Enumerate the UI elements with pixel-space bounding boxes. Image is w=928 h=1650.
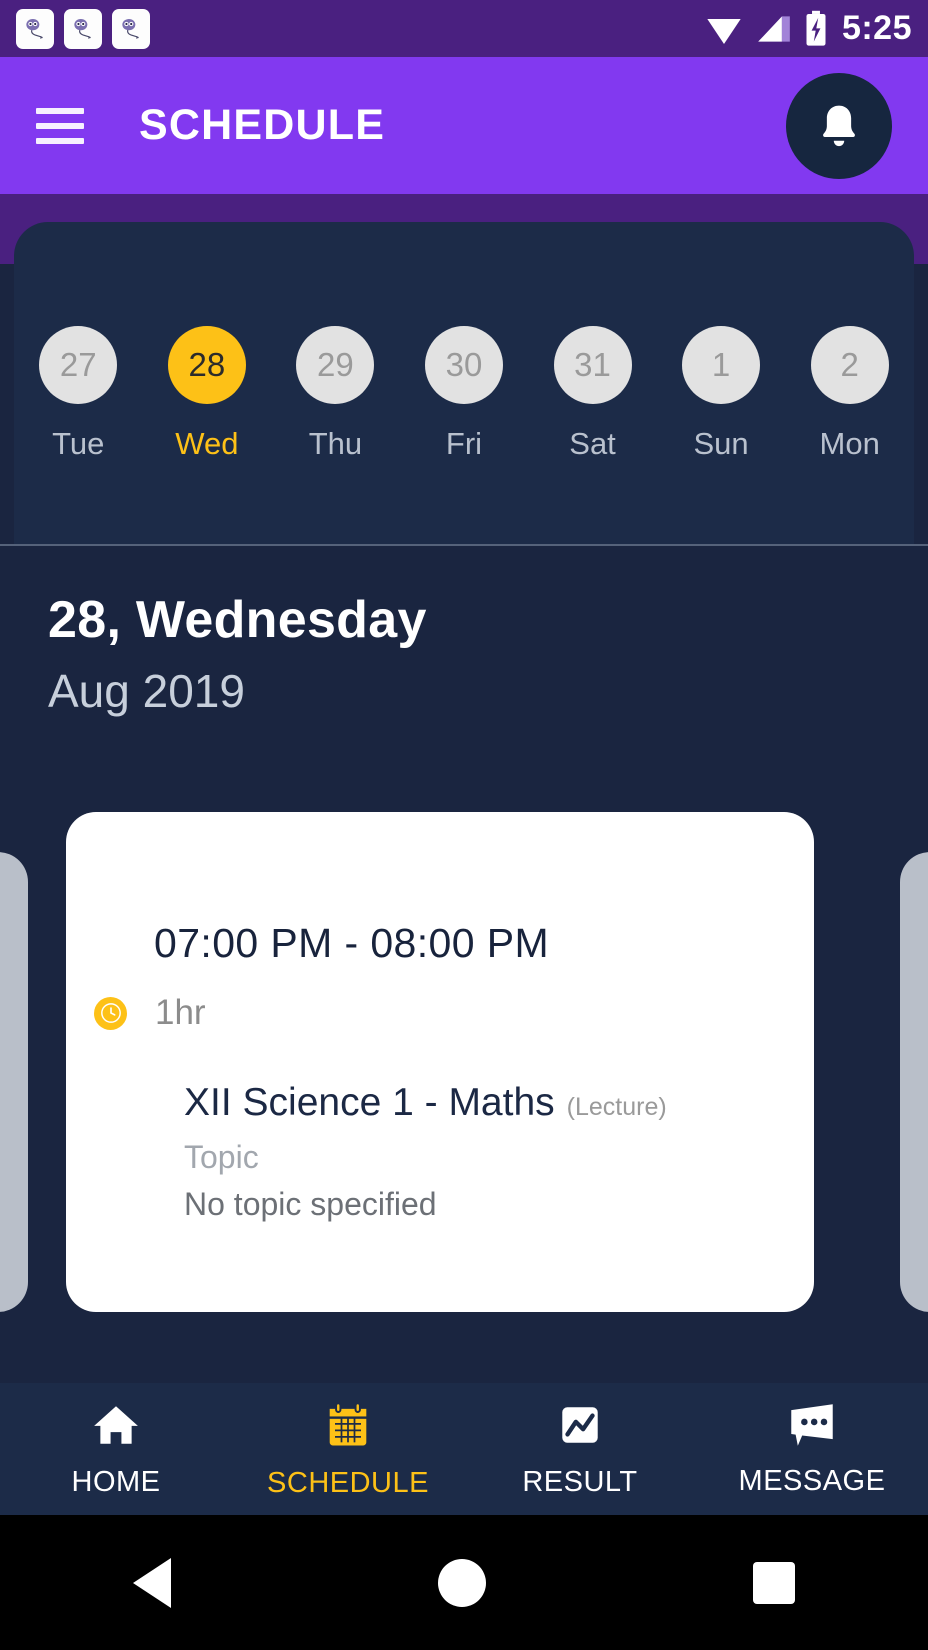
message-bubble-icon [791, 1403, 833, 1446]
calendar-day-number: 2 [810, 326, 889, 404]
status-notification-icons [16, 8, 150, 49]
calendar-day-number: 1 [682, 326, 761, 404]
battery-charging-icon [806, 10, 826, 46]
selected-date-month-year: Aug 2019 [48, 665, 245, 717]
calendar-day-number: 27 [39, 326, 118, 404]
hamburger-menu-icon[interactable] [36, 107, 84, 144]
nav-label-message: MESSAGE [738, 1464, 886, 1497]
back-triangle-icon[interactable] [133, 1557, 172, 1608]
ghost-icon [74, 18, 91, 39]
calendar-day-weekday: Wed [175, 426, 239, 461]
calendar-day-weekday: Fri [445, 426, 483, 461]
calendar-icon [327, 1401, 369, 1448]
app-bar: SCHEDULE [0, 57, 928, 194]
calendar-day-number: 31 [553, 326, 632, 404]
calendar-divider [0, 544, 928, 546]
page-title: SCHEDULE [139, 101, 386, 149]
schedule-duration: 1hr [155, 993, 206, 1032]
app-notification-icon [112, 8, 150, 49]
clock-icon [94, 996, 127, 1030]
calendar-day-item[interactable]: 2 Mon [795, 326, 905, 462]
calendar-day-number: 29 [296, 326, 375, 404]
clock-glyph [100, 1003, 121, 1023]
nav-item-message[interactable]: MESSAGE [696, 1401, 928, 1498]
nav-item-result[interactable]: RESULT [464, 1400, 696, 1499]
cellular-signal-icon [758, 15, 790, 42]
schedule-time-range: 07:00 PM - 08:00 PM [154, 920, 550, 966]
calendar-day-item-selected[interactable]: 28 Wed [152, 326, 262, 462]
nav-label-schedule: SCHEDULE [267, 1466, 429, 1499]
nav-item-home[interactable]: HOME [0, 1400, 232, 1499]
app-notification-icon [64, 8, 102, 49]
ghost-icon [122, 18, 139, 39]
calendar-day-item[interactable]: 31 Sat [538, 326, 648, 462]
ghost-icon [26, 18, 43, 39]
calendar-day-weekday: Sat [569, 426, 616, 461]
nav-label-home: HOME [71, 1465, 161, 1498]
schedule-card[interactable]: 07:00 PM - 08:00 PM 1hr XII Science 1 - … [66, 812, 814, 1312]
schedule-topic-value: No topic specified [184, 1186, 437, 1222]
home-circle-icon[interactable] [437, 1558, 486, 1607]
calendar-day-item[interactable]: 30 Fri [409, 326, 519, 462]
bell-icon [823, 105, 855, 146]
schedule-card-next[interactable] [900, 852, 928, 1312]
wifi-icon [707, 18, 741, 44]
android-system-nav [0, 1515, 928, 1650]
selected-date-day: 28, Wednesday [48, 591, 427, 649]
calendar-day-number: 30 [424, 326, 503, 404]
calendar-day-item[interactable]: 29 Thu [280, 326, 390, 462]
home-icon [94, 1405, 138, 1444]
status-clock: 5:25 [841, 9, 912, 47]
calendar-day-item[interactable]: 1 Sun [666, 326, 776, 462]
schedule-session-type: (Lecture) [566, 1093, 667, 1121]
calendar-day-weekday: Thu [308, 426, 363, 461]
status-system-icons: 5:25 [704, 9, 912, 48]
result-chart-icon [562, 1406, 598, 1443]
schedule-card-previous[interactable] [0, 852, 28, 1312]
selected-date-heading: 28, Wednesday Aug 2019 [48, 590, 427, 718]
status-bar: 5:25 [0, 0, 928, 57]
calendar-day-item[interactable]: 27 Tue [23, 326, 133, 462]
schedule-topic-label: Topic [184, 1139, 259, 1175]
nav-item-schedule[interactable]: SCHEDULE [232, 1399, 464, 1500]
calendar-day-weekday: Mon [819, 426, 880, 461]
bottom-navigation-bar: HOME SCHEDULE RESULT MESSAGE [0, 1383, 928, 1515]
app-screen: 5:25 SCHEDULE 27 Tue 28 Wed 29 Thu 30 Fr… [0, 0, 928, 1650]
calendar-strip-panel: 27 Tue 28 Wed 29 Thu 30 Fri 31 Sat 1 Sun… [14, 222, 914, 544]
calendar-day-list: 27 Tue 28 Wed 29 Thu 30 Fri 31 Sat 1 Sun… [14, 326, 914, 462]
notification-button[interactable] [786, 72, 892, 179]
schedule-card-carousel[interactable]: 07:00 PM - 08:00 PM 1hr XII Science 1 - … [0, 812, 928, 1322]
schedule-subject-row: XII Science 1 - Maths (Lecture) [184, 1081, 814, 1125]
calendar-day-weekday: Tue [52, 426, 105, 461]
app-notification-icon [16, 8, 54, 49]
schedule-subject: XII Science 1 - Maths [184, 1081, 555, 1124]
calendar-day-weekday: Sun [693, 426, 749, 461]
schedule-duration-row: 1hr [94, 993, 814, 1033]
calendar-day-number: 28 [167, 326, 246, 404]
nav-label-result: RESULT [522, 1465, 638, 1498]
recents-square-icon[interactable] [752, 1561, 795, 1604]
